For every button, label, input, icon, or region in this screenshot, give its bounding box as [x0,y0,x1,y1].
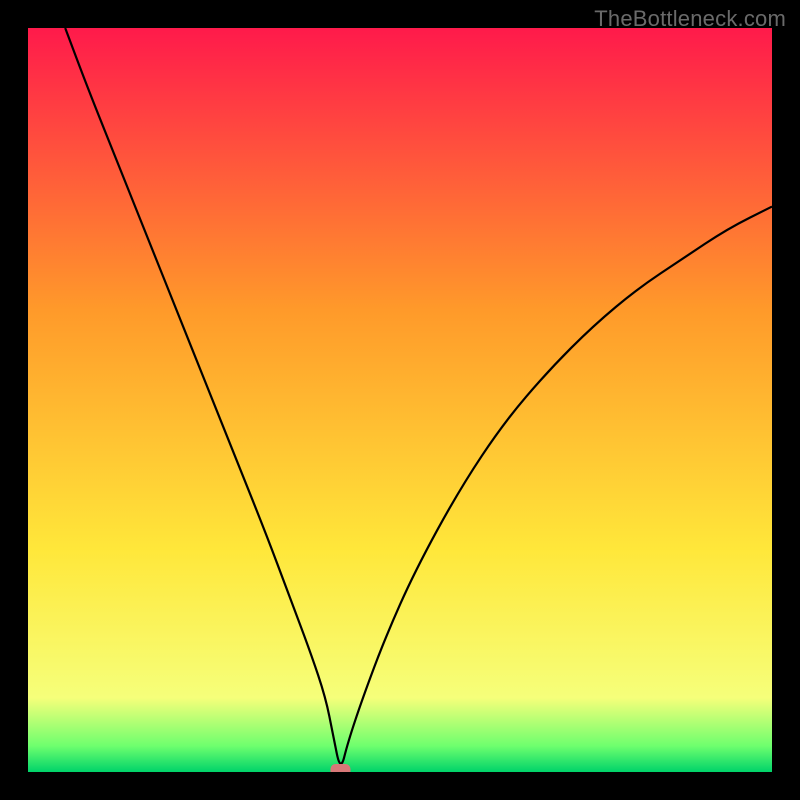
chart-svg [28,28,772,772]
minimum-marker [330,764,350,772]
plot-area [28,28,772,772]
gradient-background [28,28,772,772]
chart-frame: TheBottleneck.com [0,0,800,800]
watermark-text: TheBottleneck.com [594,6,786,32]
